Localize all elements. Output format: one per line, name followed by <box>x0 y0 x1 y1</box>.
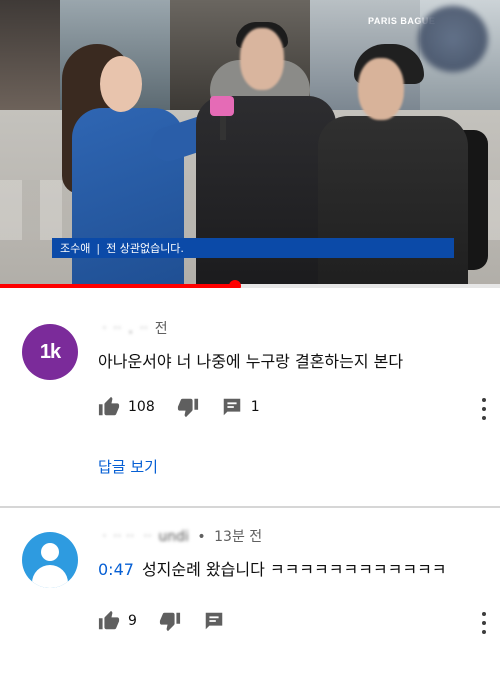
bystander-face-blurred <box>358 58 404 120</box>
comment-text: 아나운서야 너 나중에 누구랑 결혼하는지 본다 <box>98 352 404 371</box>
comment-meta: ᆞᆢ ․ ᆢ 전 <box>98 318 168 338</box>
comment-actions: 9 <box>98 610 247 632</box>
video-player[interactable]: PARIS BAGUE 조수애 | 전 상관없습니다. <box>0 0 500 288</box>
comment-age: 13분 전 <box>214 529 263 545</box>
reply-button[interactable] <box>203 610 225 632</box>
like-button[interactable]: 9 <box>98 610 137 632</box>
background-building <box>0 0 60 110</box>
avatar[interactable] <box>22 532 78 588</box>
caption-bar: 조수애 | 전 상관없습니다. <box>52 238 454 258</box>
comment: 1k ᆞᆢ ․ ᆢ 전 아나운서야 너 나중에 누구랑 결혼하는지 본다 108… <box>0 310 500 498</box>
blurred-object <box>418 6 488 72</box>
interviewee-face-blurred <box>240 28 284 90</box>
view-replies-button[interactable]: 답글 보기 <box>98 456 158 477</box>
more-vert-icon[interactable] <box>480 612 488 634</box>
comment-age: 전 <box>154 321 168 337</box>
comment: ᆞᆢᆢ ᆢ undi • 13분 전 0:47 성지순례 왔습니다 ㅋㅋㅋㅋㅋㅋㅋ… <box>0 518 500 648</box>
progress-scrubber[interactable] <box>229 280 241 288</box>
avatar-initials: 1k <box>39 340 61 363</box>
meta-dot: • <box>197 529 206 545</box>
caption-separator: | <box>96 241 101 255</box>
timestamp-link[interactable]: 0:47 <box>98 560 134 579</box>
progress-fill <box>0 284 235 288</box>
default-avatar-body <box>32 565 68 588</box>
thumb-up-icon <box>98 396 120 416</box>
thumb-down-icon <box>159 612 181 632</box>
comment-author[interactable]: ᆞᆢ ․ ᆢ <box>98 321 150 337</box>
default-avatar-head <box>41 543 59 561</box>
comment-body: 성지순례 왔습니다 ㅋㅋㅋㅋㅋㅋㅋㅋㅋㅋㅋㅋ <box>141 560 447 579</box>
comment-meta: ᆞᆢᆢ ᆢ undi • 13분 전 <box>98 526 262 546</box>
progress-bar[interactable] <box>0 280 500 288</box>
caption-text: 전 상관없습니다. <box>106 242 184 255</box>
dislike-button[interactable] <box>177 396 199 418</box>
interviewee-coat <box>196 96 336 288</box>
comment-author[interactable]: ᆞᆢᆢ ᆢ undi <box>98 529 189 545</box>
microphone-handle <box>220 114 226 140</box>
more-vert-icon[interactable] <box>480 398 488 420</box>
thumb-up-icon <box>98 610 120 630</box>
avatar[interactable]: 1k <box>22 324 78 380</box>
like-count: 108 <box>128 399 155 415</box>
comment-actions: 108 1 <box>98 396 282 418</box>
thumb-down-icon <box>177 398 198 418</box>
comment-text: 0:47 성지순례 왔습니다 ㅋㅋㅋㅋㅋㅋㅋㅋㅋㅋㅋㅋ <box>98 556 447 580</box>
microphone <box>210 96 234 116</box>
reply-button[interactable]: 1 <box>221 396 260 418</box>
dislike-button[interactable] <box>159 610 181 632</box>
reply-icon <box>205 612 223 630</box>
bystander-coat <box>318 116 468 288</box>
reply-icon <box>223 398 240 416</box>
reply-count: 1 <box>250 399 260 415</box>
reporter-face <box>100 56 142 112</box>
divider <box>0 506 500 508</box>
like-count: 9 <box>128 613 137 629</box>
like-button[interactable]: 108 <box>98 396 155 418</box>
caption-speaker: 조수애 <box>60 242 91 255</box>
